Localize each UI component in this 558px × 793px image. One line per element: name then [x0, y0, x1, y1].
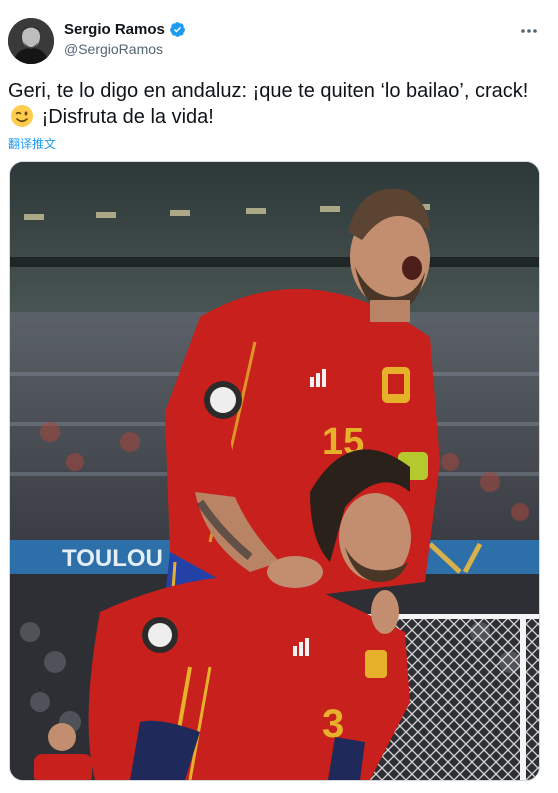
author-handle[interactable]: @SergioRamos	[64, 41, 163, 57]
tweet-text-part2: ¡Disfruta de la vida!	[41, 106, 214, 128]
avatar-image	[8, 18, 54, 64]
display-name[interactable]: Sergio Ramos	[64, 21, 165, 38]
more-options-icon[interactable]	[516, 20, 542, 42]
tweet-photo[interactable]: TOULOU 15 3	[9, 161, 540, 781]
verified-badge-icon	[169, 21, 186, 38]
tweet-text: Geri, te lo digo en andaluz: ¡que te qui…	[8, 78, 543, 130]
tweet-card: Sergio Ramos @SergioRamos Geri, te lo di…	[0, 0, 558, 793]
tweet-text-part1: Geri, te lo digo en andaluz: ¡que te qui…	[8, 80, 529, 102]
avatar[interactable]	[8, 18, 54, 64]
author-name-row: Sergio Ramos	[64, 21, 186, 38]
winking-face-icon	[10, 104, 34, 128]
translate-tweet-link[interactable]: 翻译推文	[8, 135, 56, 152]
photo-football-celebration: TOULOU 15 3	[10, 162, 539, 780]
banner-text: TOULOU	[62, 545, 163, 572]
